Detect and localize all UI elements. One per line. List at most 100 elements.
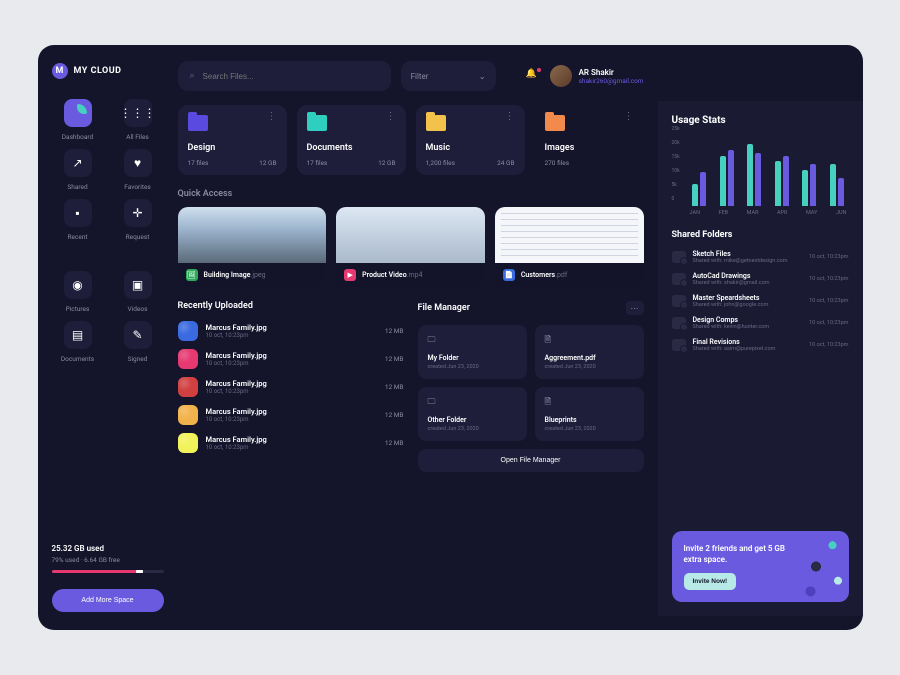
file-name: My Folder xyxy=(428,354,517,362)
invite-card: Invite 2 friends and get 5 GB extra spac… xyxy=(672,531,849,602)
nav-item-signed[interactable]: ✎Signed xyxy=(112,321,164,363)
chart-y-tick: 20k xyxy=(672,140,680,146)
folder-card-design[interactable]: ⋮ Design 17 files12 GB xyxy=(178,105,287,175)
file-manager-section: File Manager ⋯ 🗀 My Folder created Jun 2… xyxy=(418,301,644,616)
shared-folders-section: Shared Folders Sketch Files Shared with:… xyxy=(672,230,849,352)
user-menu[interactable]: AR Shakir shakir260@gmail.com xyxy=(550,65,644,87)
brand-badge: M xyxy=(52,63,68,79)
search-box[interactable]: ⌕ xyxy=(178,61,391,91)
folder-card-documents[interactable]: ⋮ Documents 17 files12 GB xyxy=(297,105,406,175)
file-manager-card[interactable]: 🗎 Aggreement.pdf created Jun 23, 2020 xyxy=(535,325,644,379)
recent-size: 12 MB xyxy=(385,411,404,419)
quick-access-card[interactable]: 📄 Customers.pdf xyxy=(495,207,644,287)
add-space-button[interactable]: Add More Space xyxy=(52,589,164,612)
user-name: AR Shakir xyxy=(579,68,644,77)
chart-column xyxy=(825,164,849,206)
folder-menu-icon[interactable]: ⋮ xyxy=(267,115,277,119)
sidebar: M MY CLOUD Dashboard⋮⋮⋮All Files ↗ Shared ♥… xyxy=(38,45,178,630)
nav-label: All Files xyxy=(126,133,149,141)
search-input[interactable] xyxy=(203,72,379,81)
recent-size: 12 MB xyxy=(385,327,404,335)
shared-folder-row[interactable]: Final Revisions Shared with: asim@purepi… xyxy=(672,338,849,352)
nav-item-videos[interactable]: ▣Videos xyxy=(112,271,164,313)
recent-row[interactable]: Marcus Family.jpg10 oct, 10:23pm 12 MB xyxy=(178,349,404,369)
folder-size: 24 GB xyxy=(497,159,514,167)
recent-thumb xyxy=(178,349,198,369)
nav-item-pictures[interactable]: ◉Pictures xyxy=(52,271,104,313)
folder-card-music[interactable]: ⋮ Music 1,200 files24 GB xyxy=(416,105,525,175)
chart-x-label: MAY xyxy=(806,210,818,216)
nav-item-shared[interactable]: ↗ Shared xyxy=(52,149,104,191)
file-manager-card[interactable]: 🗀 Other Folder created Jun 23, 2020 xyxy=(418,387,527,441)
open-file-manager-button[interactable]: Open File Manager xyxy=(418,449,644,472)
chart-y-tick: 0 xyxy=(672,196,680,202)
notifications-icon[interactable]: 🔔 xyxy=(526,69,540,83)
brand-name: MY CLOUD xyxy=(74,66,122,76)
folder-menu-icon[interactable]: ⋮ xyxy=(386,115,396,119)
chart-column xyxy=(770,156,794,206)
shared-folder-sub: Shared with: mike@getnextdesign.com xyxy=(693,258,788,264)
folder-card-images[interactable]: ⋮ Images 270 files xyxy=(535,105,644,175)
chart-bar xyxy=(802,170,808,206)
chart-bar xyxy=(783,156,789,206)
invite-button[interactable]: Invite Now! xyxy=(684,573,737,590)
nav-label: Shared xyxy=(67,183,87,191)
shared-folder-row[interactable]: AutoCad Drawings Shared with: shakir@gma… xyxy=(672,272,849,286)
invite-text: Invite 2 friends and get 5 GB extra spac… xyxy=(684,543,804,565)
nav-icon: ✛ xyxy=(124,199,152,227)
center-column: ⌕ Filter ⌄ 🔔 AR Shakir shakir260@gmail.c… xyxy=(178,61,644,616)
file-sub: created Jun 23, 2020 xyxy=(428,426,517,432)
quick-access-card[interactable]: ▶ Product Video.mp4 xyxy=(336,207,485,287)
quick-access-card[interactable]: 🖼 Building Image.jpeg xyxy=(178,207,327,287)
recent-list: Marcus Family.jpg10 oct, 10:23pm 12 MB M… xyxy=(178,321,404,453)
shared-folder-name: Design Comps xyxy=(693,316,770,324)
recent-row[interactable]: Marcus Family.jpg10 oct, 10:23pm 12 MB xyxy=(178,433,404,453)
folder-menu-icon[interactable]: ⋮ xyxy=(505,115,515,119)
recent-row[interactable]: Marcus Family.jpg10 oct, 10:23pm 12 MB xyxy=(178,321,404,341)
shared-folder-icon xyxy=(672,295,686,307)
recent-meta: 10 oct, 10:23pm xyxy=(206,444,267,451)
notification-dot xyxy=(537,68,541,72)
chart-y-tick: 10k xyxy=(672,168,680,174)
shared-folder-row[interactable]: Sketch Files Shared with: mike@getnextde… xyxy=(672,250,849,264)
nav-icon: ↗ xyxy=(64,149,92,177)
recent-size: 12 MB xyxy=(385,439,404,447)
chart-y-tick: 15k xyxy=(672,154,680,160)
shared-folder-row[interactable]: Master Speardsheets Shared with: john@go… xyxy=(672,294,849,308)
nav-icon: ♥ xyxy=(124,149,152,177)
nav-icon: ▣ xyxy=(124,271,152,299)
folder-menu-icon[interactable]: ⋮ xyxy=(624,115,634,119)
filter-dropdown[interactable]: Filter ⌄ xyxy=(401,61,496,91)
chart-x-label: JUN xyxy=(836,210,847,216)
recent-row[interactable]: Marcus Family.jpg10 oct, 10:23pm 12 MB xyxy=(178,405,404,425)
nav-item-recent[interactable]: ▪Recent xyxy=(52,199,104,241)
shared-folder-sub: Shared with: john@google.com xyxy=(693,302,769,308)
shared-folder-time: 10 oct, 10:23pm xyxy=(809,298,848,304)
file-manager-grid: 🗀 My Folder created Jun 23, 2020🗎 Aggree… xyxy=(418,325,644,441)
shared-folder-sub: Shared with: kevin@hunter.com xyxy=(693,324,770,330)
chart-bar xyxy=(830,164,836,206)
nav-item-dashboard[interactable]: Dashboard xyxy=(52,99,104,141)
file-type-icon: 🖼 xyxy=(186,269,198,281)
file-manager-menu-button[interactable]: ⋯ xyxy=(626,301,644,315)
nav-item-request[interactable]: ✛Request xyxy=(112,199,164,241)
chart-bar xyxy=(747,144,753,206)
shared-folder-time: 10 oct, 10:23pm xyxy=(809,254,848,260)
nav-item-favorites[interactable]: ♥Favorites xyxy=(112,149,164,191)
nav-item-all-files[interactable]: ⋮⋮⋮All Files xyxy=(112,99,164,141)
shared-folder-icon xyxy=(672,339,686,351)
shared-folder-name: Master Speardsheets xyxy=(693,294,769,302)
file-icon: 🗀 xyxy=(428,396,517,410)
file-manager-card[interactable]: 🗀 My Folder created Jun 23, 2020 xyxy=(418,325,527,379)
file-manager-card[interactable]: 🗎 Blueprints created Jun 23, 2020 xyxy=(535,387,644,441)
folder-size: 12 GB xyxy=(259,159,276,167)
nav-grid: Dashboard⋮⋮⋮All Files ↗ Shared ♥Favorites▪R… xyxy=(52,99,164,363)
nav-item-documents[interactable]: ▤Documents xyxy=(52,321,104,363)
folder-icon xyxy=(426,115,446,131)
search-icon: ⌕ xyxy=(190,71,195,81)
app-window: M MY CLOUD Dashboard⋮⋮⋮All Files↗Shared♥… xyxy=(38,45,863,630)
recent-row[interactable]: Marcus Family.jpg10 oct, 10:23pm 12 MB xyxy=(178,377,404,397)
nav-icon xyxy=(64,99,92,127)
file-type-icon: ▶ xyxy=(344,269,356,281)
shared-folder-row[interactable]: Design Comps Shared with: kevin@hunter.c… xyxy=(672,316,849,330)
